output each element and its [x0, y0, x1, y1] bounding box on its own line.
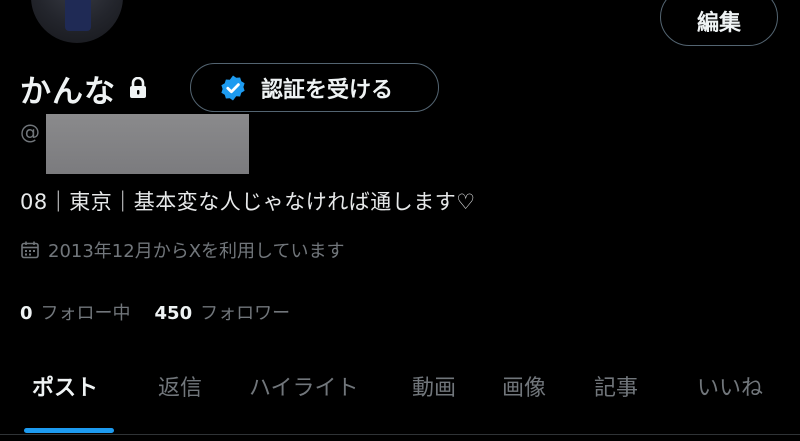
tab-highlights[interactable]: ハイライト: [249, 370, 359, 402]
get-verified-button[interactable]: 認証を受ける: [190, 63, 439, 112]
tab-images[interactable]: 画像: [502, 370, 546, 402]
tab-replies[interactable]: 返信: [158, 370, 202, 402]
join-date: 2013年12月からXを利用しています: [20, 237, 345, 263]
calendar-icon: [20, 240, 40, 260]
name-row: かんな: [20, 64, 148, 112]
active-tab-indicator: [24, 428, 114, 433]
tab-articles[interactable]: 記事: [594, 370, 638, 402]
bio-text: 08｜東京｜基本変な人じゃなければ通します♡: [20, 190, 476, 214]
tab-likes[interactable]: いいね: [697, 370, 763, 402]
avatar[interactable]: [28, 0, 126, 46]
display-name: かんな: [20, 73, 116, 110]
followers-link[interactable]: 450 フォロワー: [155, 299, 291, 325]
following-count: 0: [20, 303, 33, 324]
avatar-figure: [65, 0, 91, 31]
redaction-block: [46, 114, 249, 174]
edit-profile-label: 編集: [696, 11, 741, 36]
join-date-text: 2013年12月からXを利用しています: [48, 241, 345, 262]
get-verified-label: 認証を受ける: [261, 77, 394, 103]
following-link[interactable]: 0 フォロー中: [20, 299, 131, 325]
tabs-divider: [0, 434, 800, 435]
handle-prefix: @: [20, 120, 40, 144]
edit-profile-button[interactable]: 編集: [660, 0, 778, 46]
tab-posts[interactable]: ポスト: [32, 370, 98, 402]
tab-videos[interactable]: 動画: [412, 370, 456, 402]
followers-label: フォロワー: [200, 303, 291, 324]
following-label: フォロー中: [40, 303, 131, 324]
followers-count: 450: [154, 303, 193, 324]
lock-icon: [128, 76, 148, 99]
follow-stats: 0 フォロー中 450 フォロワー: [20, 299, 290, 325]
profile-tabs: ポスト 返信 ハイライト 動画 画像 記事 いいね: [0, 360, 800, 441]
verified-badge-icon: [219, 74, 247, 102]
